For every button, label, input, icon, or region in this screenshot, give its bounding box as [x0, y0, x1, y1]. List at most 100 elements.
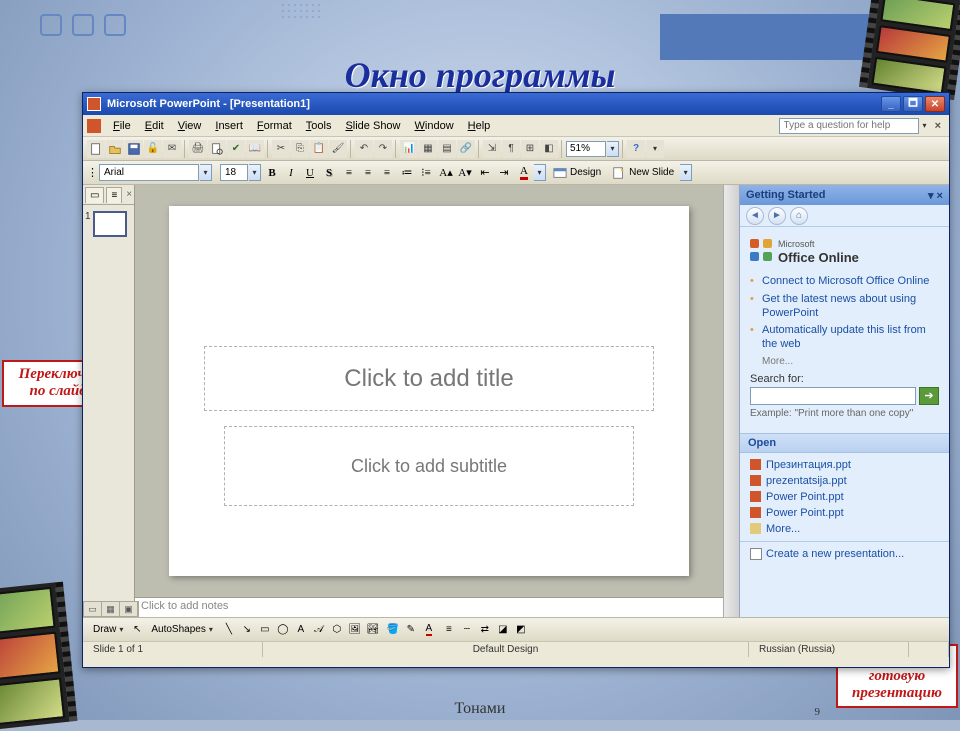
help-search-input[interactable] — [779, 118, 919, 134]
diagram-icon[interactable]: ⬡ — [329, 622, 345, 638]
align-center-icon[interactable]: ≡ — [359, 164, 377, 182]
permission-icon[interactable]: 🔓 — [144, 140, 162, 158]
picture-icon[interactable]: 🏞 — [365, 622, 381, 638]
wordart-icon[interactable]: 𝒜 — [311, 622, 327, 638]
font-size-dropdown-icon[interactable]: ▾ — [249, 164, 261, 181]
rectangle-icon[interactable]: ▭ — [257, 622, 273, 638]
arrow-icon[interactable]: ↘ — [239, 622, 255, 638]
new-icon[interactable] — [87, 140, 105, 158]
menu-tools[interactable]: Tools — [300, 118, 338, 134]
vertical-scrollbar[interactable] — [723, 185, 739, 617]
slide-thumbnail-1[interactable]: 1 — [83, 205, 134, 243]
subtitle-placeholder[interactable]: Click to add subtitle — [224, 426, 634, 506]
recent-file-1[interactable]: Презинтация.ppt — [750, 457, 939, 473]
normal-view-button[interactable]: ▭ — [84, 602, 102, 616]
title-placeholder[interactable]: Click to add title — [204, 346, 654, 411]
new-slide-dropdown-icon[interactable]: ▾ — [680, 164, 692, 181]
outline-tab[interactable]: ≡ — [106, 187, 122, 203]
print-icon[interactable]: 🖨 — [189, 140, 207, 158]
font-name-dropdown-icon[interactable]: ▾ — [200, 164, 212, 181]
fill-color-icon[interactable]: 🪣 — [385, 622, 401, 638]
textbox-icon[interactable]: A — [293, 622, 309, 638]
recent-file-3[interactable]: Power Point.ppt — [750, 489, 939, 505]
redo-icon[interactable]: ↷ — [374, 140, 392, 158]
minimize-button[interactable]: _ — [881, 96, 901, 112]
align-right-icon[interactable]: ≡ — [378, 164, 396, 182]
format-painter-icon[interactable]: 🖌 — [329, 140, 347, 158]
link-connect-office-online[interactable]: Connect to Microsoft Office Online — [750, 273, 939, 291]
slides-tab[interactable]: ▭ — [85, 187, 104, 203]
arrow-style-icon[interactable]: ⇄ — [477, 622, 493, 638]
italic-button[interactable]: I — [282, 164, 300, 182]
insert-hyperlink-icon[interactable]: 🔗 — [457, 140, 475, 158]
help-icon[interactable]: ? — [627, 140, 645, 158]
paste-icon[interactable]: 📋 — [310, 140, 328, 158]
dash-style-icon[interactable]: ┄ — [459, 622, 475, 638]
shadow-button[interactable]: S — [320, 164, 338, 182]
line-icon[interactable]: ╲ — [221, 622, 237, 638]
sorter-view-button[interactable]: ▦ — [102, 602, 120, 616]
menu-edit[interactable]: Edit — [139, 118, 170, 134]
underline-button[interactable]: U — [301, 164, 319, 182]
taskpane-search-input[interactable] — [750, 387, 916, 405]
slideshow-view-button[interactable]: ▣ — [120, 602, 138, 616]
toolbar-options-icon[interactable]: ▾ — [646, 140, 664, 158]
recent-file-2[interactable]: prezentatsija.ppt — [750, 473, 939, 489]
menu-help[interactable]: Help — [462, 118, 497, 134]
insert-chart-icon[interactable]: 📊 — [400, 140, 418, 158]
oval-icon[interactable]: ◯ — [275, 622, 291, 638]
menu-window[interactable]: Window — [409, 118, 460, 134]
recent-file-4[interactable]: Power Point.ppt — [750, 505, 939, 521]
print-preview-icon[interactable] — [208, 140, 226, 158]
maximize-button[interactable]: 🗖 — [903, 96, 923, 112]
autoshapes-button[interactable]: AutoShapes ▾ — [147, 621, 217, 639]
undo-icon[interactable]: ↶ — [355, 140, 373, 158]
menu-slideshow[interactable]: Slide Show — [339, 118, 406, 134]
design-button[interactable]: Design — [548, 164, 606, 182]
close-document-button[interactable]: × — [931, 120, 945, 132]
email-icon[interactable]: ✉ — [163, 140, 181, 158]
menu-format[interactable]: Format — [251, 118, 298, 134]
zoom-dropdown-icon[interactable]: ▾ — [607, 141, 619, 157]
recent-more[interactable]: More... — [750, 521, 939, 537]
increase-indent-icon[interactable]: ⇥ — [495, 164, 513, 182]
research-icon[interactable]: 📖 — [246, 140, 264, 158]
toolbar-grip-icon[interactable]: ⋮ — [87, 166, 98, 179]
open-icon[interactable] — [106, 140, 124, 158]
copy-icon[interactable]: ⎘ — [291, 140, 309, 158]
shadow-style-icon[interactable]: ◪ — [495, 622, 511, 638]
line-style-icon[interactable]: ≡ — [441, 622, 457, 638]
titlebar[interactable]: Microsoft PowerPoint - [Presentation1] _… — [83, 93, 949, 115]
link-latest-news[interactable]: Get the latest news about using PowerPoi… — [750, 291, 939, 323]
home-icon[interactable]: ⌂ — [790, 207, 808, 225]
select-objects-icon[interactable]: ↖ — [129, 622, 145, 638]
tables-borders-icon[interactable]: ▤ — [438, 140, 456, 158]
font-color-dropdown-icon[interactable]: ▾ — [534, 164, 546, 181]
link-auto-update[interactable]: Automatically update this list from the … — [750, 322, 939, 354]
document-icon[interactable] — [87, 119, 101, 133]
zoom-value[interactable]: 51% — [566, 141, 606, 157]
menu-view[interactable]: View — [172, 118, 208, 134]
back-icon[interactable]: ◄ — [746, 207, 764, 225]
clipart-icon[interactable]: 🖼 — [347, 622, 363, 638]
decrease-font-icon[interactable]: A▾ — [456, 164, 474, 182]
cut-icon[interactable]: ✂ — [272, 140, 290, 158]
font-color-draw-icon[interactable]: A — [421, 622, 437, 638]
taskpane-dropdown-icon[interactable]: ▾ × — [928, 189, 943, 202]
line-color-icon[interactable]: ✎ — [403, 622, 419, 638]
font-size-box[interactable]: 18 — [220, 164, 248, 181]
help-dropdown-icon[interactable]: ▾ — [923, 122, 927, 130]
spelling-icon[interactable]: ✔ — [227, 140, 245, 158]
notes-pane[interactable]: Click to add notes — [135, 597, 723, 617]
close-button[interactable]: ✕ — [925, 96, 945, 112]
bold-button[interactable]: B — [263, 164, 281, 182]
decrease-indent-icon[interactable]: ⇤ — [476, 164, 494, 182]
expand-all-icon[interactable]: ⇲ — [483, 140, 501, 158]
link-more[interactable]: More... — [750, 356, 939, 367]
3d-style-icon[interactable]: ◩ — [513, 622, 529, 638]
menu-insert[interactable]: Insert — [209, 118, 249, 134]
save-icon[interactable] — [125, 140, 143, 158]
font-color-icon[interactable]: A — [515, 164, 533, 182]
increase-font-icon[interactable]: A▴ — [437, 164, 455, 182]
taskpane-header[interactable]: Getting Started ▾ × — [740, 185, 949, 205]
